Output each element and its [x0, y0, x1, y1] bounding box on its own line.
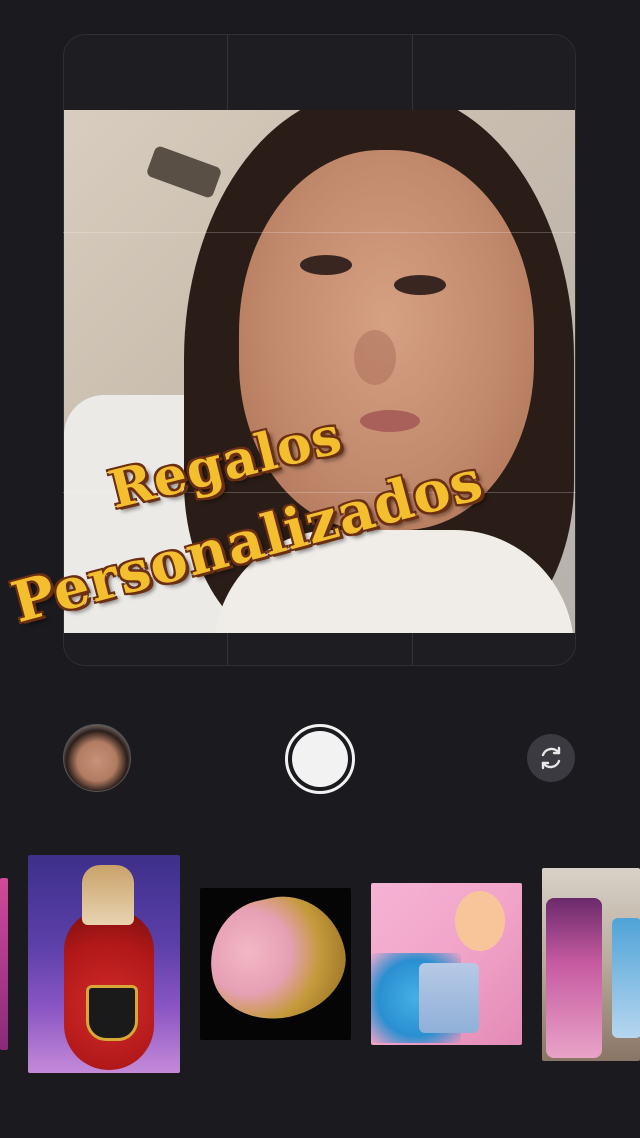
shutter-button[interactable] — [285, 724, 355, 794]
effect-thumbnail[interactable] — [28, 855, 180, 1073]
effect-thumbnail[interactable] — [542, 868, 640, 1061]
flip-camera-icon — [541, 746, 561, 770]
gallery-thumbnail-button[interactable] — [63, 724, 131, 792]
shutter-button-icon — [292, 731, 348, 787]
flip-camera-button[interactable] — [527, 734, 575, 782]
effect-thumbnail[interactable] — [200, 888, 351, 1040]
effect-thumbnail[interactable] — [0, 878, 8, 1050]
grid-line-horizontal — [63, 232, 576, 233]
effect-thumbnail[interactable] — [371, 883, 522, 1045]
